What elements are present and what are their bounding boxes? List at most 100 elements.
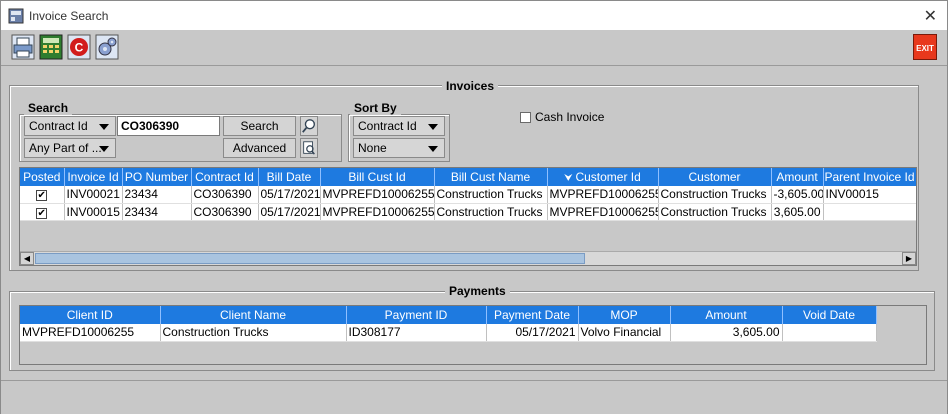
table-cell: 3,605.00	[771, 203, 824, 221]
col-bill-date[interactable]: Bill Date	[258, 168, 321, 186]
cash-invoice-checkbox[interactable]	[520, 112, 531, 123]
print-icon[interactable]	[11, 34, 35, 60]
search-field-combo-value: Contract Id	[29, 119, 88, 133]
table-cell: MVPREFD10006255	[547, 186, 659, 204]
table-row[interactable]: MVPREFD10006255 Construction Trucks ID30…	[20, 324, 877, 342]
invoices-table: Posted Invoice Id PO Number Contract Id …	[20, 168, 916, 221]
sort-by-group-title: Sort By	[350, 101, 401, 115]
table-cell: MVPREFD10006255	[320, 203, 435, 221]
cancel-icon[interactable]: C	[67, 34, 91, 60]
svg-text:C: C	[75, 41, 84, 55]
col-parent-invoice-id[interactable]: Parent Invoice Id	[823, 168, 916, 186]
table-cell: INV00021	[64, 186, 123, 204]
chevron-down-icon	[428, 146, 438, 152]
col-bill-cust-id[interactable]: Bill Cust Id	[320, 168, 435, 186]
table-cell: Construction Trucks	[658, 186, 772, 204]
table-cell: Construction Trucks	[434, 203, 548, 221]
scrollbar-thumb[interactable]	[35, 253, 585, 264]
table-cell: 05/17/2021	[258, 203, 321, 221]
col-customer-id-label: Customer Id	[575, 170, 641, 184]
search-input[interactable]: CO306390	[117, 116, 220, 136]
col-payment-id[interactable]: Payment ID	[346, 306, 487, 324]
invoices-header-row: Posted Invoice Id PO Number Contract Id …	[20, 168, 916, 186]
posted-checkbox[interactable]: ✔	[36, 190, 48, 202]
table-cell: ID308177	[346, 324, 487, 342]
table-cell: -3,605.00	[771, 186, 824, 204]
advanced-button[interactable]: Advanced	[223, 138, 296, 158]
posted-cell[interactable]: ✔	[20, 186, 65, 204]
table-cell: 05/17/2021	[486, 324, 579, 342]
table-cell: MVPREFD10006255	[320, 186, 435, 204]
window-title: Invoice Search	[29, 9, 109, 23]
table-cell: MVPREFD10006255	[547, 203, 659, 221]
col-payment-date[interactable]: Payment Date	[486, 306, 579, 324]
table-cell: Construction Trucks	[658, 203, 772, 221]
scroll-left-icon[interactable]: ◀	[20, 252, 34, 265]
col-po-number[interactable]: PO Number	[122, 168, 192, 186]
col-void-date[interactable]: Void Date	[782, 306, 877, 324]
settings-icon[interactable]	[95, 34, 119, 60]
table-cell: 05/17/2021	[258, 186, 321, 204]
title-bar: Invoice Search ✕	[1, 1, 947, 30]
search-button[interactable]: Search	[223, 116, 296, 136]
col-payment-amount[interactable]: Amount	[670, 306, 783, 324]
exit-label: EXIT	[916, 44, 934, 53]
main-content: Invoices Search Contract Id CO306390 Sea…	[1, 67, 947, 379]
toolbar: C EXIT	[1, 30, 947, 66]
payments-header-row: Client ID Client Name Payment ID Payment…	[20, 306, 877, 324]
app-icon	[8, 8, 24, 24]
table-cell: CO306390	[191, 186, 259, 204]
close-icon[interactable]: ✕	[924, 6, 937, 26]
chevron-down-icon	[99, 146, 109, 152]
invoice-search-window: Invoice Search ✕ C EXIT Invoices Search …	[0, 0, 948, 414]
table-cell: CO306390	[191, 203, 259, 221]
table-cell: INV00015	[823, 186, 916, 204]
col-mop[interactable]: MOP	[578, 306, 671, 324]
col-customer-id[interactable]: ⮟ Customer Id	[547, 168, 659, 186]
advanced-search-icon[interactable]	[300, 138, 318, 158]
table-cell: MVPREFD10006255	[20, 324, 161, 342]
col-amount[interactable]: Amount	[771, 168, 824, 186]
chevron-down-icon	[99, 124, 109, 130]
payments-table: Client ID Client Name Payment ID Payment…	[20, 306, 877, 342]
search-field-combo[interactable]: Contract Id	[24, 116, 116, 136]
exit-button[interactable]: EXIT	[913, 34, 937, 60]
table-cell: INV00015	[64, 203, 123, 221]
status-bar	[1, 380, 947, 414]
table-cell	[782, 324, 877, 342]
table-cell: 23434	[122, 186, 192, 204]
sort-primary-combo-value: Contract Id	[358, 119, 417, 133]
col-client-id[interactable]: Client ID	[20, 306, 161, 324]
table-cell: 3,605.00	[670, 324, 783, 342]
horizontal-scrollbar[interactable]: ◀ ▶	[20, 251, 916, 265]
table-cell: 23434	[122, 203, 192, 221]
table-cell: Construction Trucks	[434, 186, 548, 204]
search-group-title: Search	[24, 101, 73, 115]
col-contract-id[interactable]: Contract Id	[191, 168, 259, 186]
search-icon[interactable]	[300, 116, 318, 136]
sort-secondary-combo-value: None	[358, 141, 387, 155]
invoices-table-wrap: Posted Invoice Id PO Number Contract Id …	[19, 167, 917, 266]
payments-table-wrap: Client ID Client Name Payment ID Payment…	[19, 305, 927, 365]
match-mode-combo[interactable]: Any Part of ...	[24, 138, 116, 158]
posted-checkbox[interactable]: ✔	[36, 207, 48, 219]
match-mode-combo-value: Any Part of ...	[29, 141, 102, 155]
col-client-name[interactable]: Client Name	[160, 306, 347, 324]
sort-primary-combo[interactable]: Contract Id	[353, 116, 445, 136]
posted-cell[interactable]: ✔	[20, 203, 65, 221]
col-invoice-id[interactable]: Invoice Id	[64, 168, 123, 186]
calculator-icon[interactable]	[39, 34, 63, 60]
table-row[interactable]: ✔ INV00015 23434 CO306390 05/17/2021 MVP…	[20, 203, 916, 221]
col-posted[interactable]: Posted	[20, 168, 65, 186]
table-cell	[823, 203, 916, 221]
invoices-group-title: Invoices	[442, 79, 499, 93]
chevron-down-icon	[428, 124, 438, 130]
cash-invoice-label: Cash Invoice	[535, 110, 605, 124]
scroll-right-icon[interactable]: ▶	[902, 252, 916, 265]
sort-desc-icon: ⮟	[564, 173, 576, 184]
sort-secondary-combo[interactable]: None	[353, 138, 445, 158]
table-row[interactable]: ✔ INV00021 23434 CO306390 05/17/2021 MVP…	[20, 186, 916, 204]
col-customer[interactable]: Customer	[658, 168, 772, 186]
payments-group-title: Payments	[445, 284, 510, 298]
col-bill-cust-name[interactable]: Bill Cust Name	[434, 168, 548, 186]
